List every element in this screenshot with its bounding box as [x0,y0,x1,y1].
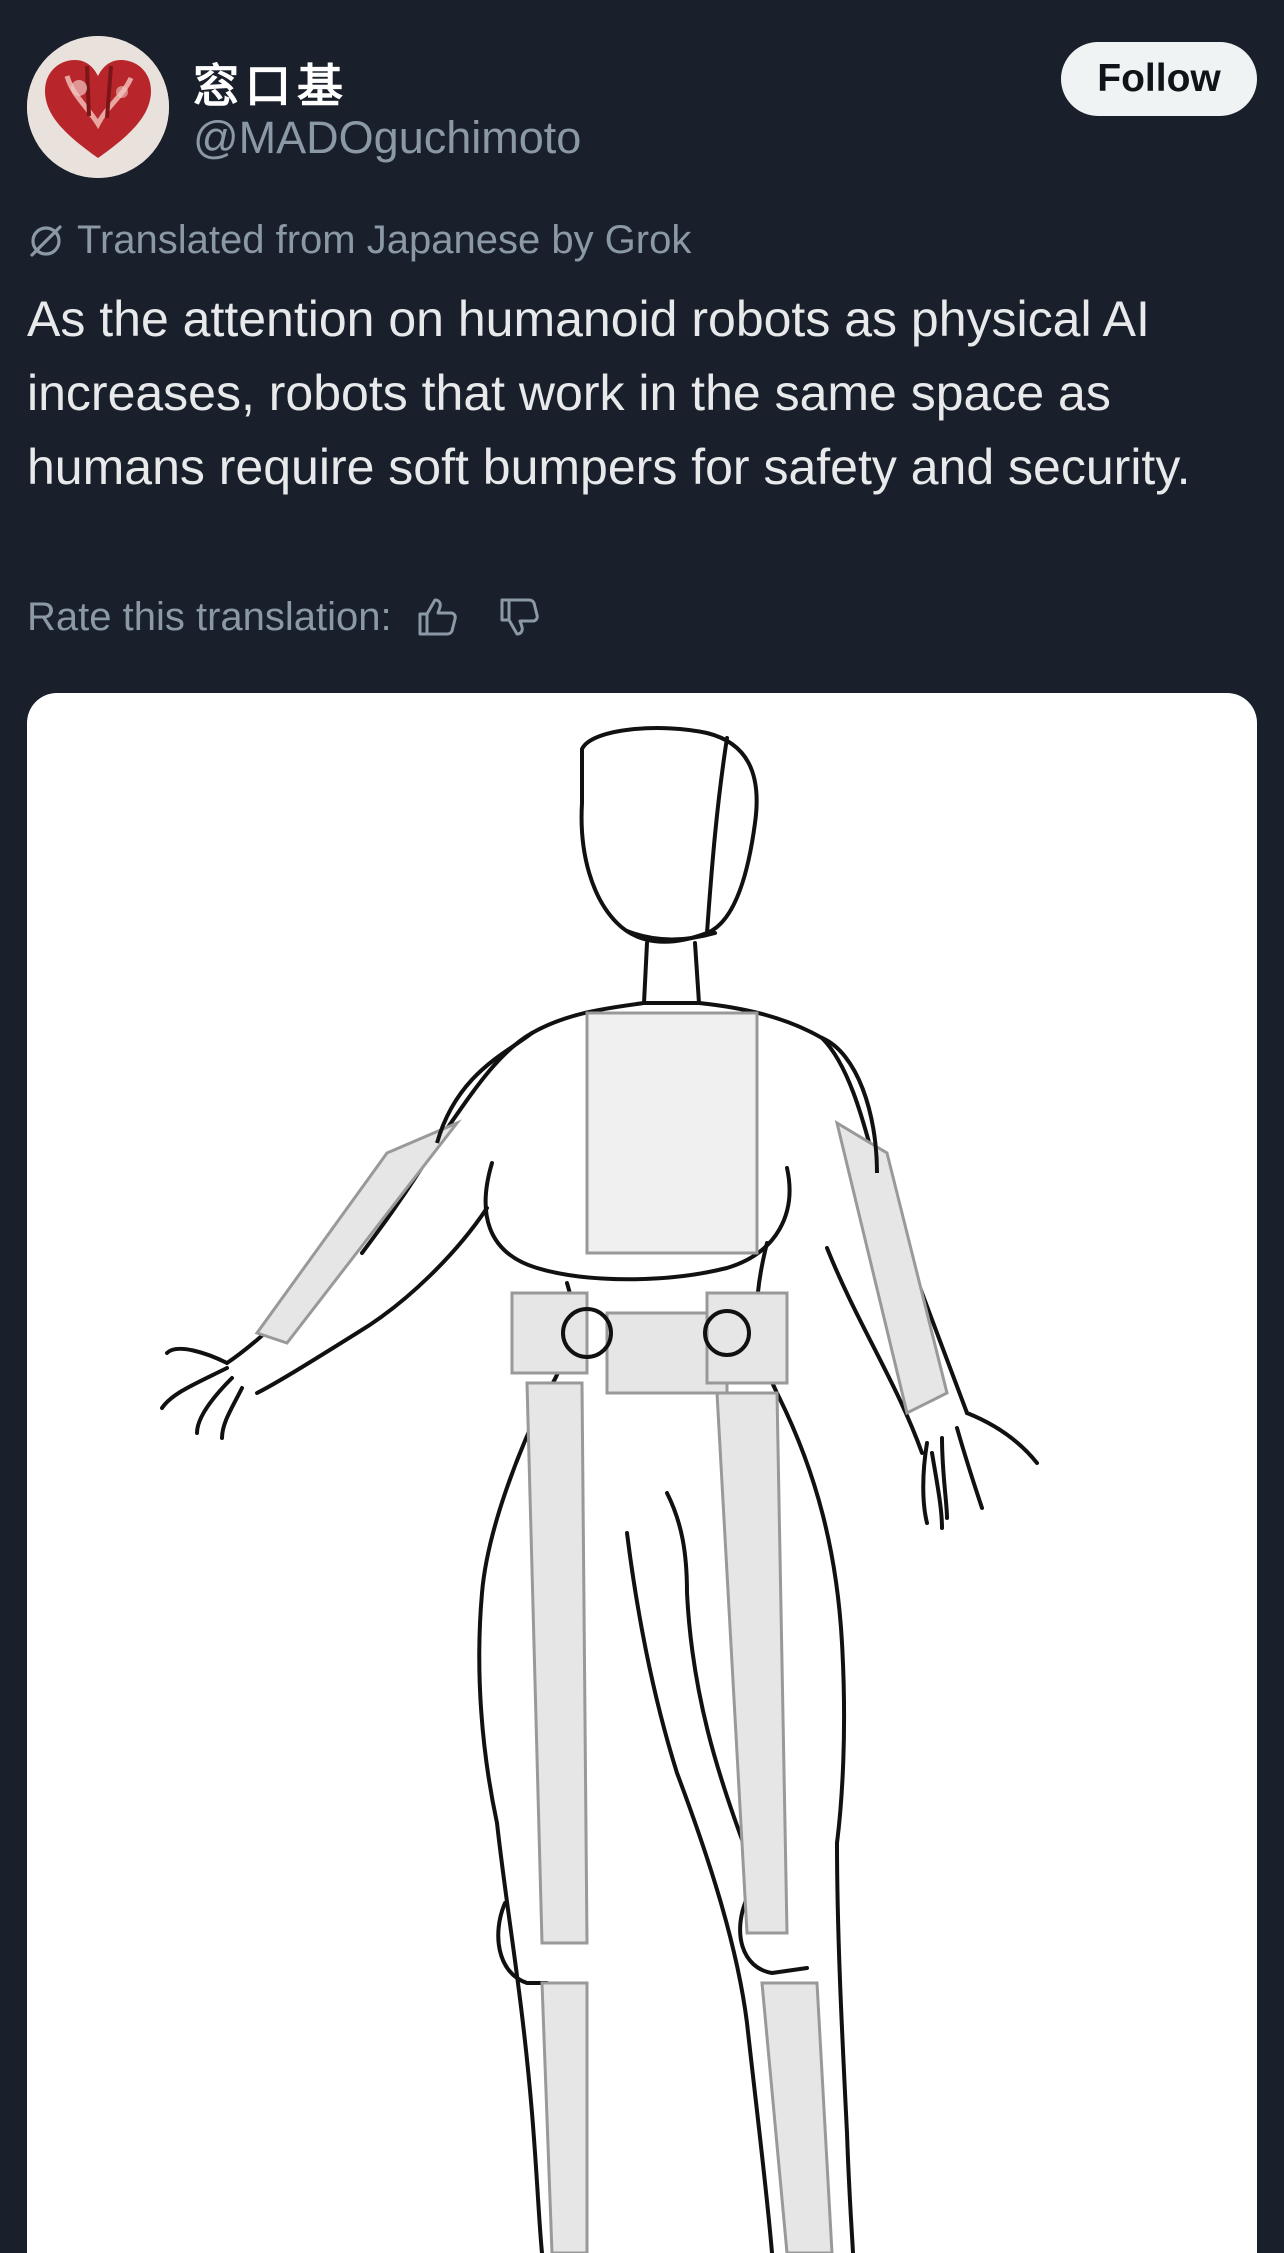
display-name[interactable]: 窓口基 [193,50,349,116]
translation-label: Translated from Japanese by Grok [77,218,692,262]
thumbs-up-icon[interactable] [414,594,460,640]
rate-translation: Rate this translation: [27,594,542,640]
heart-avatar-icon [27,36,169,178]
tweet-media-image[interactable] [27,693,1257,2253]
translation-notice: Translated from Japanese by Grok [27,218,691,263]
grok-icon [27,222,65,260]
tweet-header: 窓口基 @MADOguchimoto Follow [27,36,1257,182]
author-handle[interactable]: @MADOguchimoto [193,112,581,164]
rate-label: Rate this translation: [27,594,392,639]
thumbs-down-icon[interactable] [496,594,542,640]
robot-sketch [160,726,1039,2253]
author-avatar[interactable] [27,36,169,178]
tweet-text: As the attention on humanoid robots as p… [27,291,1191,495]
follow-button[interactable]: Follow [1061,42,1257,116]
